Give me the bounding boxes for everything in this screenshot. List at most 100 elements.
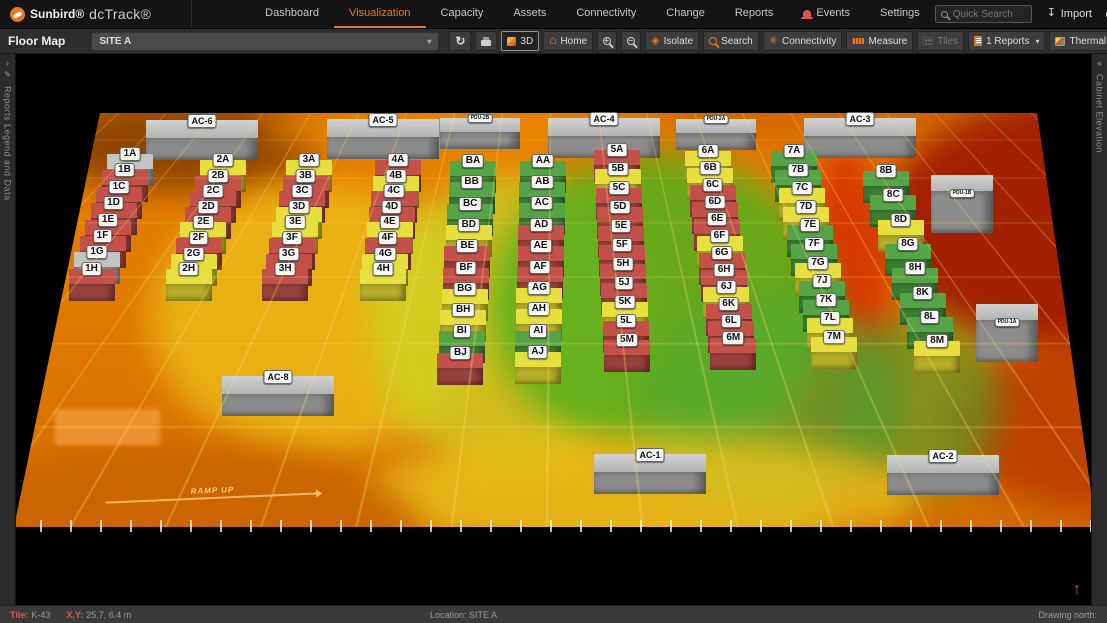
equipment-ac-1[interactable]: AC-1 [594,454,706,494]
cabinet-label: 7E [800,218,820,232]
reports-button[interactable]: 1 Reports [968,31,1045,51]
cabinet-label: 4E [379,215,399,229]
cabinet-3h[interactable]: 3H [262,269,308,301]
import-button[interactable]: Import [1046,8,1092,20]
cabinet-label: 3H [275,262,296,276]
cabinet-label: 2A [213,153,234,167]
cabinet-label: 8B [876,164,897,178]
cabinet-label: 3F [282,231,302,245]
cabinet-1h[interactable]: 1H [69,269,115,301]
equipment-label: PDU-1B [950,189,975,198]
expand-left-panel-icon[interactable] [6,58,9,68]
zoom-out-button[interactable]: − [621,31,641,51]
floor-map-canvas[interactable]: RAMP UP AC-6AC-5PDU-2BAC-4PDU-2AAC-3PDU-… [0,54,1107,605]
nav-item-dashboard[interactable]: Dashboard [250,0,334,28]
magnifier-sign: + [604,35,609,46]
cabinet-label: 1C [109,180,130,194]
refresh-button[interactable] [449,31,471,51]
cabinet-label: 7L [820,311,840,325]
edit-icon[interactable] [4,70,11,80]
cabinet-label: 1F [93,229,113,243]
status-bar: Tile:K-43 X,Y:25.7, 6.4 m Location: SITE… [0,605,1107,623]
cabinet-label: 6B [700,161,721,175]
cabinet-front-face [69,284,115,301]
equipment-label: AC-4 [589,112,618,126]
cabinet-bj[interactable]: BJ [437,353,483,385]
cabinet-5m[interactable]: 5M [604,340,650,372]
equipment-ac-6[interactable]: AC-6 [146,120,258,160]
cabinet-label: 2D [198,200,219,214]
cabinet-label: 7K [816,293,837,307]
import-label: Import [1061,8,1092,20]
measure-button[interactable]: Measure [846,31,913,51]
equipment-label: PDU-2A [704,115,729,124]
cabinet-6m[interactable]: 6M [710,338,756,370]
site-select[interactable]: SITE A [91,32,439,51]
equipment-ac-5[interactable]: AC-5 [327,119,439,159]
cube-icon [507,37,516,46]
nav-item-reports[interactable]: Reports [720,0,789,28]
right-panel-title[interactable]: Cabinet Elevation [1095,74,1105,153]
print-button[interactable] [475,31,497,51]
app-root: Sunbird® dcTrack® DashboardVisualization… [0,0,1107,623]
cabinet-7m[interactable]: 7M [811,337,857,369]
cabinet-label: 4G [375,247,396,261]
button-label: Connectivity [782,36,836,47]
button-label: Measure [868,36,907,47]
nav-item-events[interactable]: Events [788,0,865,28]
cabinet-label: 6A [698,144,719,158]
search-button[interactable]: Search [703,31,759,51]
button-label: 1 Reports [986,36,1029,47]
nav-item-assets[interactable]: Assets [498,0,561,28]
cabinet-label: 8G [897,237,918,251]
nav-item-label: Events [816,7,850,19]
equipment-ac-8[interactable]: AC-8 [222,376,334,416]
magnifier-sign: − [628,35,633,46]
cabinet-label: 7D [796,200,817,214]
thermal-maps-button[interactable]: Thermal Maps [1049,31,1107,51]
cabinet-label: 1G [86,245,107,259]
nav-item-connectivity[interactable]: Connectivity [561,0,651,28]
cabinet-label: AB [531,175,553,189]
expand-right-panel-icon[interactable] [1097,58,1102,68]
cabinet-label: AI [529,324,547,338]
quick-search[interactable] [935,5,1032,23]
equipment-pdu-1a[interactable]: PDU-1A [976,304,1038,362]
zoom-in-button[interactable]: + [597,31,617,51]
cabinet-label: AC [531,196,553,210]
home-button[interactable]: Home [543,31,593,51]
cabinet-label: 5C [609,181,630,195]
brand: Sunbird® dcTrack® [10,0,192,28]
cabinet-label: 7A [784,144,805,158]
equipment-ac-3[interactable]: AC-3 [804,118,916,158]
cabinet-label: 2G [183,247,204,261]
equipment-pdu-1b[interactable]: PDU-1B [931,175,993,233]
cabinet-8m[interactable]: 8M [914,341,960,373]
button-label: Search [721,36,753,47]
cabinet-label: BA [462,154,484,168]
equipment-pdu-2b[interactable]: PDU-2B [440,118,520,149]
nav-item-visualization[interactable]: Visualization [334,0,426,28]
button-label: Isolate [664,36,693,47]
chevron-down-icon [1033,36,1039,47]
search-icon [941,11,948,18]
quick-search-input[interactable] [953,9,1027,20]
cabinet-label: BH [452,303,474,317]
cabinet-label: 8C [883,188,904,202]
connectivity-button[interactable]: Connectivity [763,31,843,51]
cabinet-2h[interactable]: 2H [166,269,212,301]
cabinet-label: 8L [920,310,940,324]
cabinet-label: AA [532,154,554,168]
nav-item-change[interactable]: Change [651,0,720,28]
left-panel-title[interactable]: Reports Legend and Data [3,86,13,201]
view-3d-button[interactable]: 3D [501,31,539,51]
nav-item-capacity[interactable]: Capacity [426,0,499,28]
cabinet-aj[interactable]: AJ [515,352,561,384]
isolate-button[interactable]: Isolate [645,31,699,51]
cabinet-label: 3D [288,200,309,214]
nav-item-settings[interactable]: Settings [865,0,935,28]
equipment-ac-2[interactable]: AC-2 [887,455,999,495]
cabinet-label: 4H [373,262,394,276]
cabinet-4h[interactable]: 4H [360,269,406,301]
tile-readout: Tile:K-43 [10,610,50,620]
